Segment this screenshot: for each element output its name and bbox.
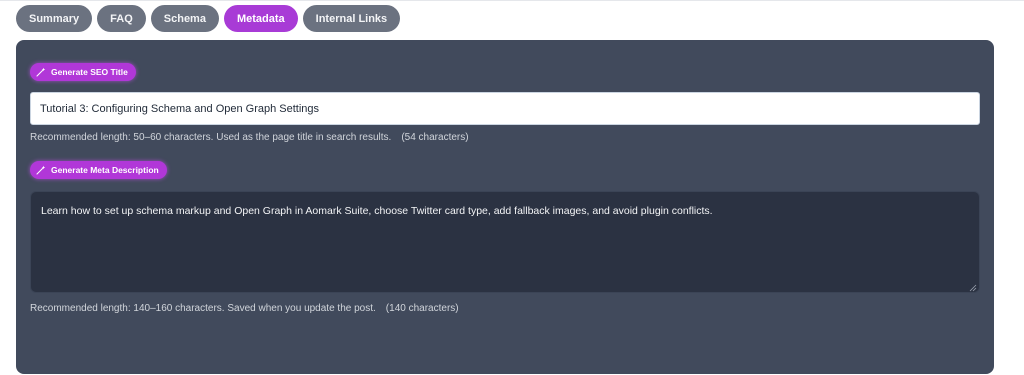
magic-wand-icon xyxy=(36,67,46,77)
generate-meta-description-button[interactable]: Generate Meta Description xyxy=(30,161,167,179)
meta-description-char-count: (140 characters) xyxy=(385,303,459,314)
metadata-panel: Generate SEO Title Tutorial 3: Configuri… xyxy=(16,40,994,374)
meta-description-hint-text: Recommended length: 140–160 characters. … xyxy=(30,303,376,314)
tab-summary[interactable]: Summary xyxy=(16,5,93,32)
seo-title-hint: Recommended length: 50–60 characters. Us… xyxy=(30,132,469,143)
tab-schema[interactable]: Schema xyxy=(150,5,219,32)
generate-meta-description-label: Generate Meta Description xyxy=(51,165,159,175)
tab-bar: Summary FAQ Schema Metadata Internal Lin… xyxy=(16,5,401,32)
seo-title-input[interactable]: Tutorial 3: Configuring Schema and Open … xyxy=(30,92,980,125)
generate-seo-title-button[interactable]: Generate SEO Title xyxy=(30,63,136,81)
generate-seo-title-label: Generate SEO Title xyxy=(51,67,128,77)
tab-metadata[interactable]: Metadata xyxy=(223,5,298,32)
magic-wand-icon xyxy=(36,165,46,175)
meta-description-text: Learn how to set up schema markup and Op… xyxy=(41,205,713,217)
tab-faq[interactable]: FAQ xyxy=(97,5,146,32)
meta-description-hint: Recommended length: 140–160 characters. … xyxy=(30,303,459,314)
top-divider xyxy=(0,0,1024,1)
tab-internal-links[interactable]: Internal Links xyxy=(302,5,401,32)
meta-description-textarea[interactable]: Learn how to set up schema markup and Op… xyxy=(30,191,980,293)
resize-handle-icon[interactable] xyxy=(969,282,977,292)
seo-title-hint-text: Recommended length: 50–60 characters. Us… xyxy=(30,132,392,143)
seo-title-char-count: (54 characters) xyxy=(401,132,469,143)
